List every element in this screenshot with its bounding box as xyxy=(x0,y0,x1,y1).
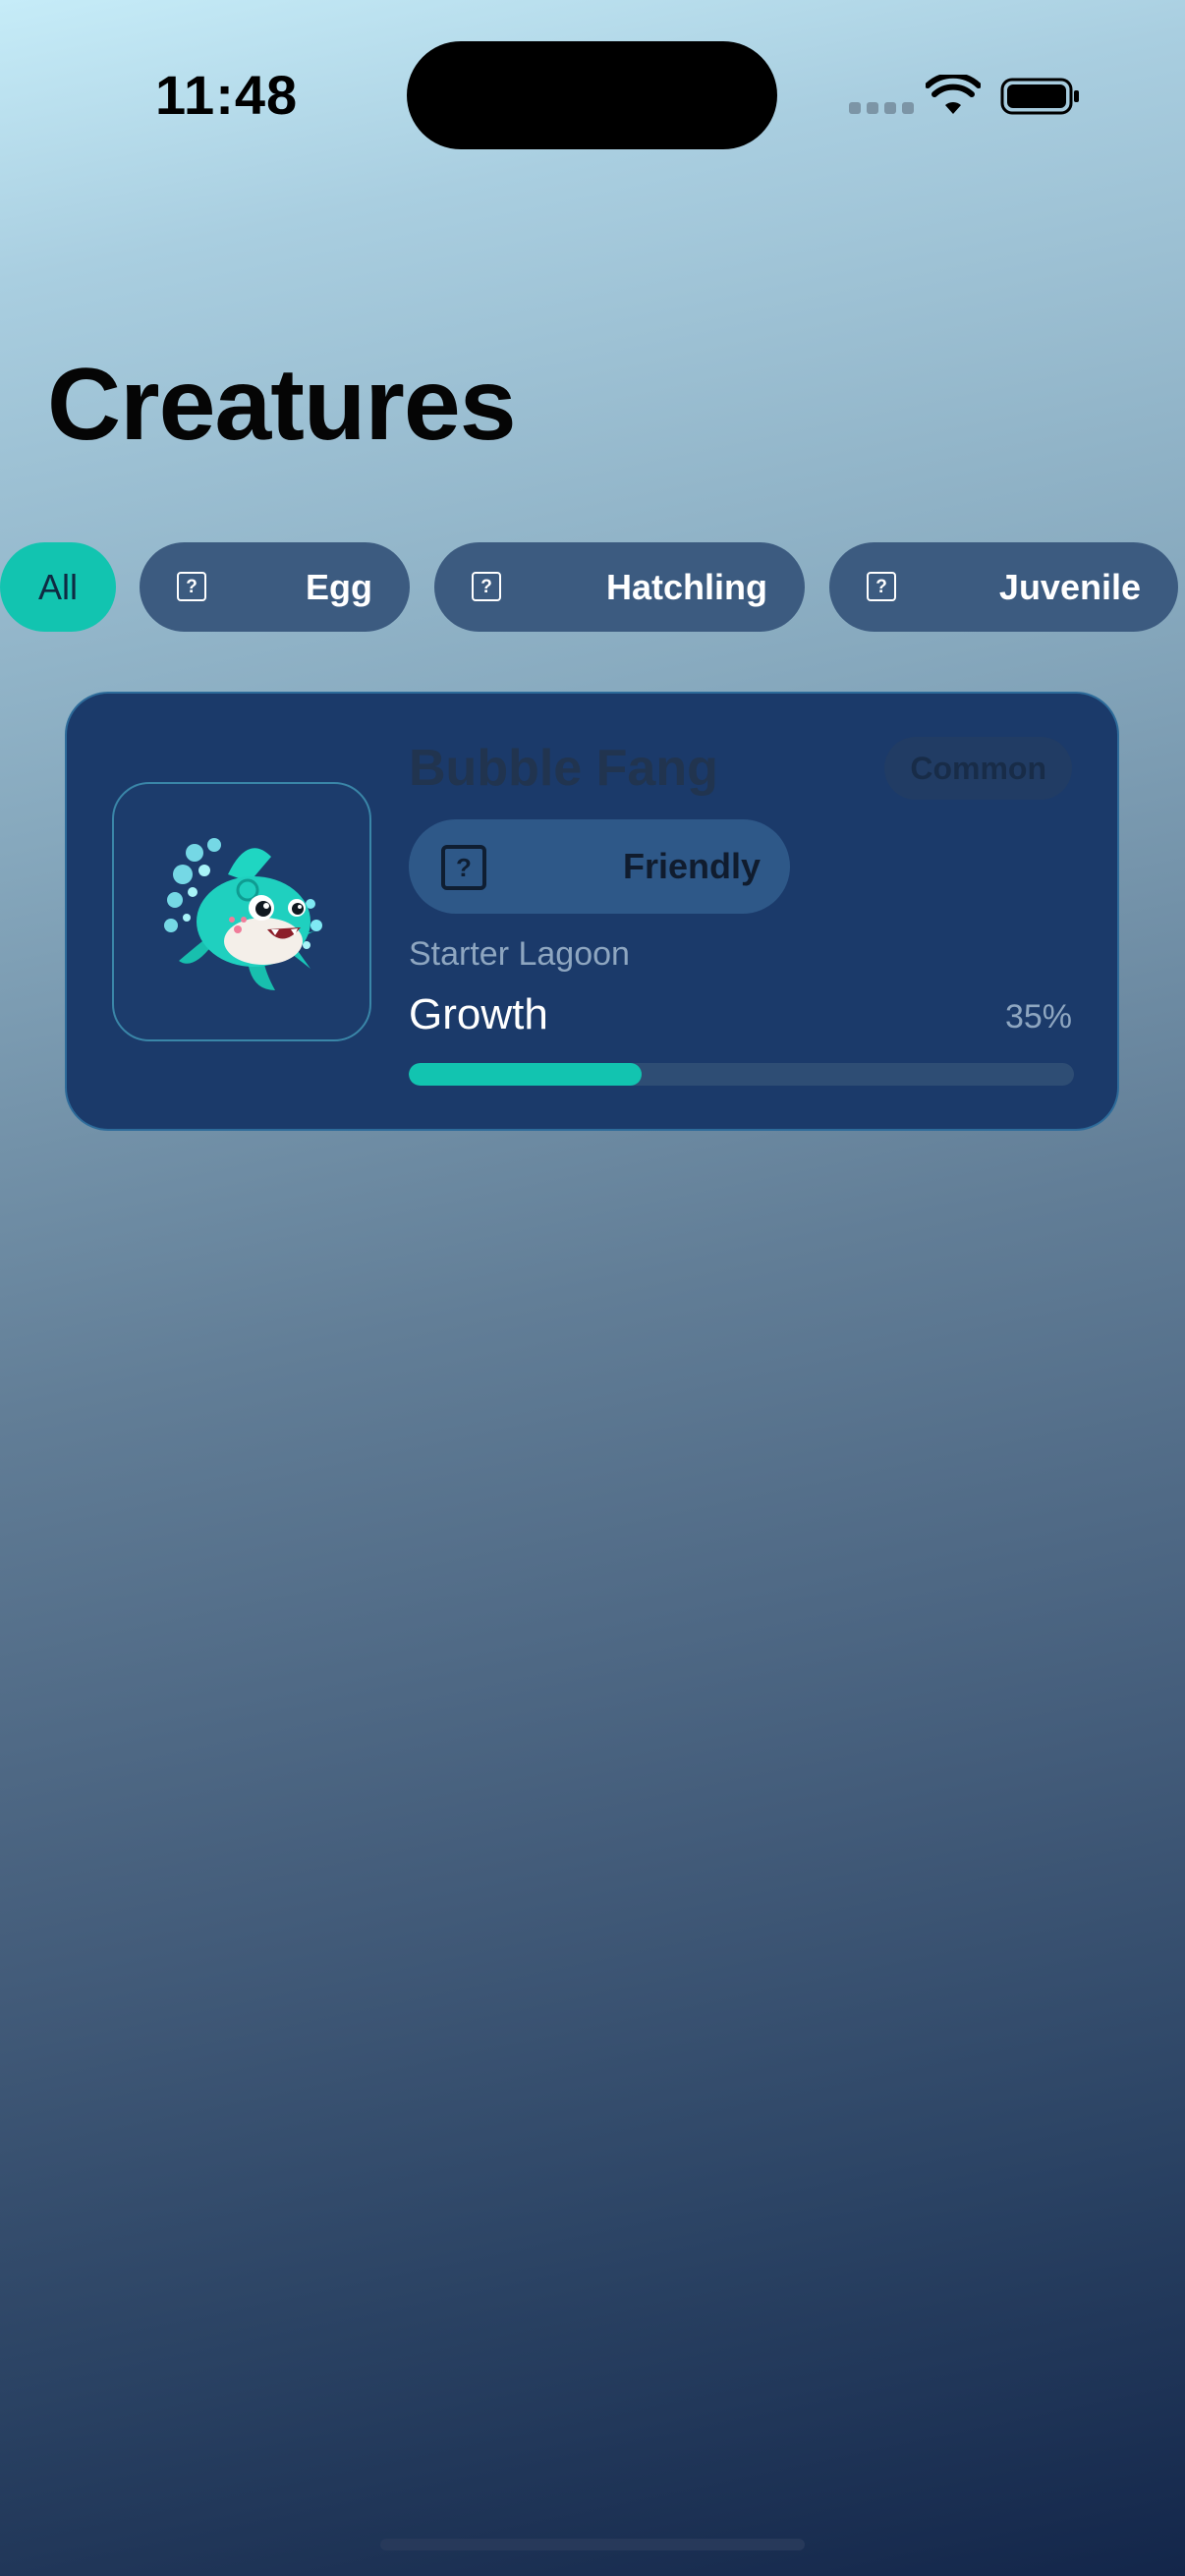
filter-chip-hatchling[interactable]: ? Hatchling xyxy=(434,542,805,632)
temperament-label: Friendly xyxy=(622,846,761,886)
filter-chip-juvenile[interactable]: ? Juvenile xyxy=(829,542,1178,632)
page-title: Creatures xyxy=(47,348,517,462)
filter-chip-label: Juvenile xyxy=(998,567,1141,607)
creature-thumbnail xyxy=(112,782,371,1041)
filter-chip-label: Egg xyxy=(306,567,372,607)
dynamic-island xyxy=(407,41,777,149)
growth-percent: 35% xyxy=(1004,998,1072,1036)
question-mark-icon: ? xyxy=(472,572,501,601)
home-indicator[interactable] xyxy=(380,2539,805,2550)
growth-progress-bar xyxy=(409,1063,1074,1086)
filter-chip-egg[interactable]: ? Egg xyxy=(140,542,410,632)
status-time: 11:48 xyxy=(155,64,299,126)
filter-chip-label: All xyxy=(37,566,78,607)
creature-card[interactable]: Bubble Fang Common ? Friendly Starter La… xyxy=(65,692,1119,1131)
rarity-badge: Common xyxy=(884,737,1072,800)
growth-label: Growth xyxy=(409,990,548,1038)
filter-chip-all[interactable]: All xyxy=(0,542,116,632)
cellular-signal-icon xyxy=(849,102,914,114)
fish-creature-icon xyxy=(164,838,322,990)
creature-name: Bubble Fang xyxy=(409,740,718,797)
habitat-label: Starter Lagoon xyxy=(409,935,630,973)
filter-chip-label: Hatchling xyxy=(605,567,767,607)
wifi-icon xyxy=(926,75,981,114)
question-mark-icon: ? xyxy=(867,572,896,601)
question-mark-icon: ? xyxy=(441,845,486,890)
temperament-pill: ? Friendly xyxy=(409,819,790,914)
growth-progress-fill xyxy=(409,1063,642,1086)
question-mark-icon: ? xyxy=(177,572,206,601)
battery-icon xyxy=(1000,78,1079,115)
